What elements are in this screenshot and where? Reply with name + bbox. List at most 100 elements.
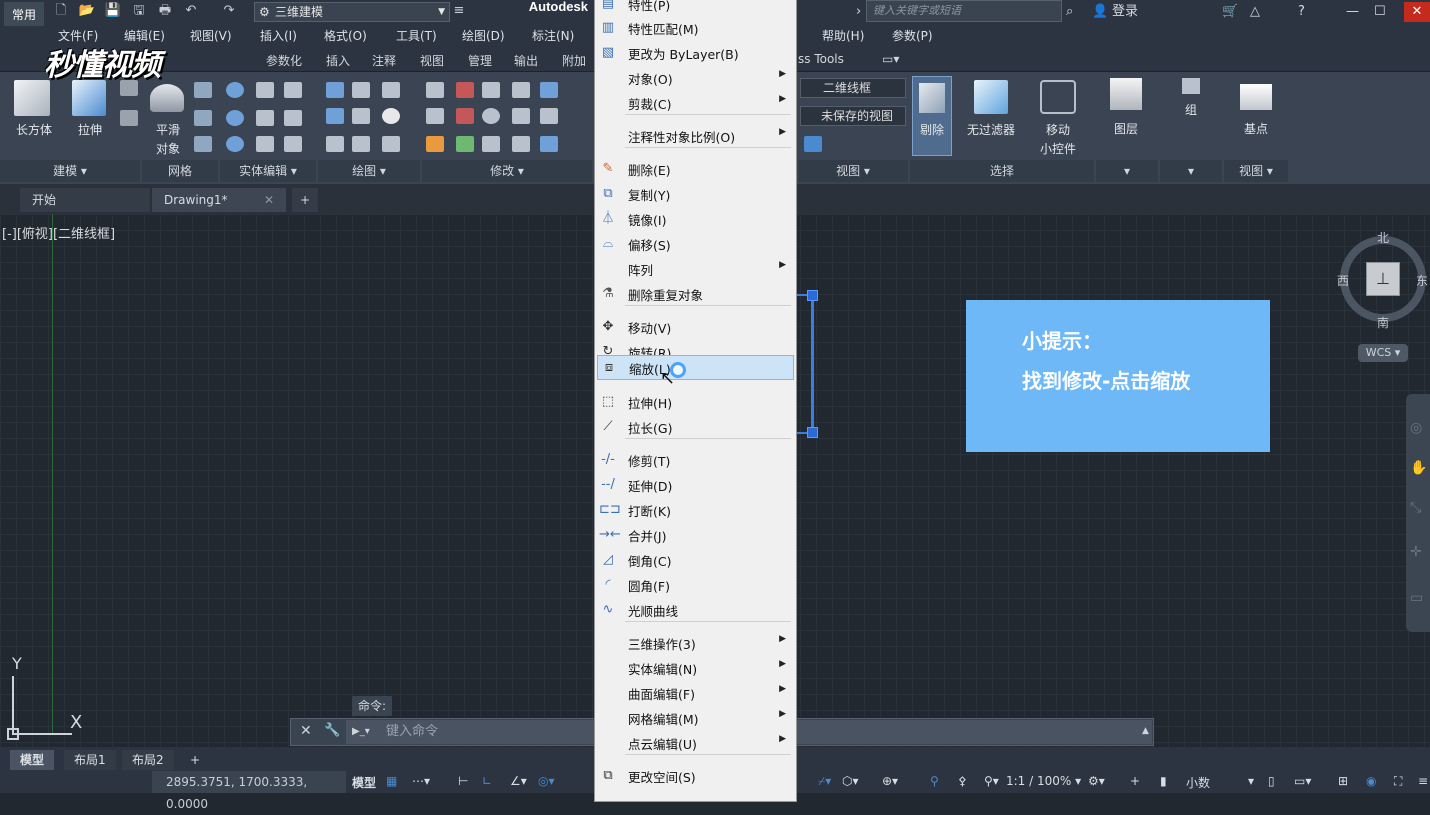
tab-model[interactable]: 模型 [10, 750, 55, 770]
solid-edit-icon[interactable] [256, 136, 274, 152]
panel-draw-title[interactable]: 绘图 ▾ [318, 160, 420, 182]
plus-icon[interactable]: + [1130, 774, 1140, 788]
mesh-tool-icon[interactable] [194, 110, 212, 126]
base-point-button[interactable]: 基点 [1232, 120, 1280, 137]
union-icon[interactable] [226, 82, 244, 98]
showmotion-icon[interactable]: ▭ [1410, 590, 1423, 606]
viewport-controls[interactable]: [-][俯视][二维线框] [2, 223, 115, 242]
menu-item-object[interactable]: 对象(O) ▶ [595, 65, 796, 90]
rotate-icon[interactable] [482, 108, 500, 124]
modify-tool-icon[interactable] [512, 108, 530, 124]
tab-output[interactable]: 输出 [514, 52, 538, 69]
spline-icon[interactable] [326, 108, 344, 124]
chevron-down-icon[interactable]: ▾ [1248, 774, 1254, 788]
menu-item-mesh-editing[interactable]: 网格编辑(M) ▶ [595, 705, 796, 730]
compass-west[interactable]: 西 [1337, 272, 1349, 289]
grip-handle[interactable] [807, 290, 818, 301]
steering-wheel-icon[interactable]: ◎ [1410, 420, 1422, 436]
infer-constraints-icon[interactable]: ⊢ [458, 774, 468, 788]
panel-groups-title[interactable]: ▾ [1160, 160, 1222, 182]
compass-east[interactable]: 东 [1416, 272, 1428, 289]
search-input[interactable]: 键入关键字或短语 [866, 0, 1062, 22]
panel-view2-title[interactable]: 视图 ▾ [1224, 160, 1288, 182]
menu-tools[interactable]: 工具(T) [396, 27, 437, 44]
cart-icon[interactable]: 🛒 [1222, 2, 1238, 22]
move-gizmo-button[interactable]: 移动 [1034, 121, 1082, 138]
annotation-scale-select[interactable]: 1:1 / 100% ▾ [1006, 774, 1081, 788]
arc-icon[interactable] [382, 82, 400, 98]
menu-item-lengthen[interactable]: ⟋ 拉长(G) [595, 414, 796, 439]
tab-view[interactable]: 视图 [420, 52, 444, 69]
polar-icon[interactable]: ∠▾ [510, 774, 527, 788]
solid-tool-icon[interactable] [120, 110, 138, 126]
hardware-accel-icon[interactable]: ◉ [1366, 774, 1376, 788]
menu-view[interactable]: 视图(V) [190, 27, 232, 44]
menu-item-fillet[interactable]: ◜ 圆角(F) [595, 572, 796, 597]
maximize-button[interactable]: ☐ [1374, 2, 1386, 22]
coordinates-display[interactable]: 2895.3751, 1700.3333, 0.0000 [152, 771, 346, 811]
cull-button[interactable]: 剔除 [912, 76, 952, 156]
solid-edit-icon[interactable] [256, 110, 274, 126]
menu-item-delete-duplicates[interactable]: ⚗ 删除重复对象 [595, 281, 796, 306]
panel-selection-title[interactable]: 选择 [910, 160, 1094, 182]
add-layout-button[interactable]: + [180, 750, 210, 770]
polyline-icon[interactable] [326, 82, 344, 98]
menu-item-move[interactable]: ✥ 移动(V) [595, 314, 796, 339]
close-icon[interactable]: ✕ [264, 188, 274, 212]
menu-item-mirror[interactable]: ⏃ 镜像(I) [595, 206, 796, 231]
pan-icon[interactable]: ✋ [1410, 460, 1427, 476]
quick-properties-icon[interactable]: ▯ [1268, 774, 1275, 788]
isolate-objects-icon[interactable]: ⊞ [1338, 774, 1348, 788]
tab-manage[interactable]: 管理 [468, 52, 492, 69]
chevron-up-icon[interactable]: ▲ [1142, 726, 1149, 736]
help-icon[interactable]: ? [1298, 2, 1305, 22]
modify-tool-icon[interactable] [456, 82, 474, 98]
command-prompt-icon[interactable]: ▶_▾ [352, 726, 370, 737]
compass-south[interactable]: 南 [1377, 314, 1389, 331]
annotation-visibility-icon[interactable]: ⚲ [930, 774, 939, 788]
wcs-menu[interactable]: WCS ▾ [1358, 344, 1408, 362]
menu-item-break[interactable]: ⊏⊐ 打断(K) [595, 497, 796, 522]
lock-ui-icon[interactable]: ▭▾ [1294, 774, 1311, 788]
circle-icon[interactable] [382, 108, 400, 124]
menu-item-chamfer[interactable]: ◿ 倒角(C) [595, 547, 796, 572]
selection-cycling-icon[interactable]: ⬡▾ [842, 774, 859, 788]
tab-options-icon[interactable]: ▭▾ [882, 52, 899, 66]
move-icon[interactable] [482, 82, 500, 98]
units-icon[interactable]: ▮ [1160, 774, 1167, 788]
zoom-extents-icon[interactable]: ⤡ [1410, 500, 1421, 516]
clean-screen-icon[interactable]: ⛶ [1394, 774, 1402, 789]
view-tool-icon[interactable] [804, 136, 822, 152]
close-button[interactable]: ✕ [1404, 2, 1430, 22]
menu-item-extend[interactable]: --/ 延伸(D) [595, 472, 796, 497]
menu-draw[interactable]: 绘图(D) [462, 27, 505, 44]
osnap-icon[interactable]: ◎▾ [538, 774, 555, 788]
offset-icon[interactable] [512, 136, 530, 152]
tab-home[interactable]: 常用 [4, 2, 44, 26]
ortho-icon[interactable]: ∟ [482, 774, 492, 788]
tab-layout1[interactable]: 布局1 [64, 750, 116, 770]
named-view-select[interactable]: 未保存的视图 [800, 106, 906, 126]
smooth-object-button[interactable]: 平滑 [148, 121, 188, 138]
panel-solid-edit-title[interactable]: 实体编辑 ▾ [220, 160, 316, 182]
panel-modeling-title[interactable]: 建模 ▾ [0, 160, 140, 182]
customization-icon[interactable]: ≡ [1418, 774, 1428, 788]
menu-item-annotative-scale[interactable]: 注释性对象比例(O) ▶ [595, 123, 796, 148]
print-icon[interactable]: 🖶 [156, 3, 174, 19]
rectangle-icon[interactable] [352, 136, 370, 152]
no-filter-button[interactable]: 无过滤器 [960, 121, 1022, 138]
menu-item-surface-editing[interactable]: 曲面编辑(F) ▶ [595, 680, 796, 705]
draw-tool-icon[interactable] [352, 82, 370, 98]
menu-item-clip[interactable]: 剪裁(C) ▶ [595, 90, 796, 115]
subtract-icon[interactable] [226, 110, 244, 126]
solid-edit-icon[interactable] [284, 136, 302, 152]
tab-insert[interactable]: 插入 [326, 52, 350, 69]
menu-item-point-cloud-editing[interactable]: 点云编辑(U) ▶ [595, 730, 796, 755]
annotation-scale-icon[interactable]: ⚲▾ [984, 774, 999, 788]
menu-item-solid-editing[interactable]: 实体编辑(N) ▶ [595, 655, 796, 680]
a360-icon[interactable]: △ [1250, 2, 1260, 22]
menu-parametric[interactable]: 参数(P) [892, 27, 933, 44]
gizmo-icon[interactable]: ⊕▾ [882, 774, 898, 788]
panel-mesh-title[interactable]: 网格 [142, 160, 218, 182]
viewcube-top-face[interactable]: ⊥ [1366, 262, 1400, 296]
